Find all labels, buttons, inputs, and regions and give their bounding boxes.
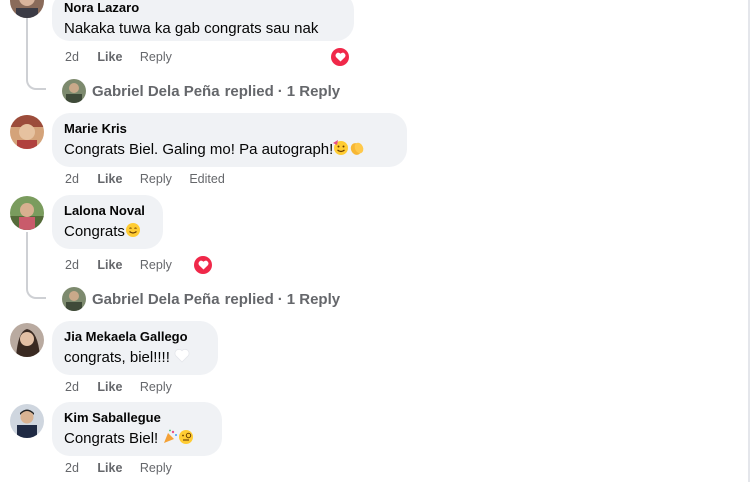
comment-text-content: Congrats — [64, 223, 125, 240]
view-replies-link[interactable]: Gabriel Dela Peña replied · 1 Reply — [62, 78, 340, 104]
monocle-face-icon — [179, 430, 194, 444]
reply-count: 1 Reply — [286, 82, 341, 100]
reply-button[interactable]: Reply — [140, 49, 172, 65]
replied-label: replied — [224, 82, 274, 100]
thread-line — [26, 232, 28, 287]
replier-name: Gabriel Dela Peña — [92, 290, 220, 308]
comment-author[interactable]: Nora Lazaro — [64, 0, 342, 16]
edited-label: Edited — [189, 172, 225, 186]
comment-time[interactable]: 2d — [65, 171, 79, 187]
comment-bubble[interactable]: Kim Saballegue Congrats Biel! — [52, 402, 222, 456]
smiling-face-icon — [125, 223, 140, 237]
thread-line — [26, 18, 28, 78]
comment-text-content: Congrats Biel! — [64, 430, 159, 447]
like-button[interactable]: Like — [97, 257, 122, 273]
comment-author[interactable]: Kim Saballegue — [64, 410, 210, 426]
comment-author[interactable]: Marie Kris — [64, 121, 395, 137]
replier-name: Gabriel Dela Peña — [92, 82, 220, 100]
party-popper-icon — [164, 429, 178, 443]
heart-reaction-icon[interactable] — [194, 256, 212, 274]
avatar[interactable] — [10, 0, 44, 18]
white-heart-icon — [174, 348, 190, 363]
comment-time[interactable]: 2d — [65, 49, 79, 65]
comment-text-content: Congrats Biel. Galing mo! Pa autograph! — [64, 141, 334, 158]
comment-author[interactable]: Jia Mekaela Gallego — [64, 329, 206, 345]
replier-avatar — [62, 79, 86, 103]
thread-curve — [26, 78, 46, 90]
comment-bubble[interactable]: Lalona Noval Congrats — [52, 195, 163, 249]
avatar[interactable] — [10, 196, 44, 230]
comment-time[interactable]: 2d — [65, 460, 79, 476]
replied-label: replied — [224, 290, 274, 308]
comment-time[interactable]: 2d — [65, 379, 79, 395]
comment-author[interactable]: Lalona Noval — [64, 203, 151, 219]
comment-text: congrats, biel!!!! — [64, 348, 206, 367]
heart-reaction-icon[interactable] — [331, 48, 349, 66]
replier-avatar — [62, 287, 86, 311]
comment-bubble[interactable]: Marie Kris Congrats Biel. Galing mo! Pa … — [52, 113, 407, 167]
comment-bubble[interactable]: Jia Mekaela Gallego congrats, biel!!!! — [52, 321, 218, 375]
clapping-hands-icon — [351, 142, 364, 155]
view-replies-link[interactable]: Gabriel Dela Peña replied · 1 Reply — [62, 286, 340, 312]
comment-actions: 2d Like Reply — [65, 257, 184, 273]
like-button[interactable]: Like — [97, 171, 122, 187]
like-button[interactable]: Like — [97, 379, 122, 395]
separator-dot: · — [277, 82, 283, 100]
comment-actions: 2d Like Reply Edited — [65, 171, 237, 187]
reply-button[interactable]: Reply — [140, 460, 172, 476]
avatar[interactable] — [10, 404, 44, 438]
party-face-icon — [333, 140, 349, 155]
comment-text: Congrats — [64, 222, 151, 241]
reply-button[interactable]: Reply — [140, 379, 172, 395]
comment-actions: 2d Like Reply — [65, 460, 184, 476]
comment-time[interactable]: 2d — [65, 257, 79, 273]
comment-text: Nakaka tuwa ka gab congrats sau nak — [64, 20, 319, 37]
separator-dot: · — [277, 290, 283, 308]
comment-text: Congrats Biel. Galing mo! Pa autograph! — [64, 140, 395, 159]
reply-count: 1 Reply — [286, 290, 341, 308]
reply-button[interactable]: Reply — [140, 257, 172, 273]
comment-bubble[interactable]: Nora Lazaro Nakaka tuwa ka gab congrats … — [52, 0, 354, 41]
comment-actions: 2d Like Reply — [65, 49, 184, 65]
like-button[interactable]: Like — [97, 49, 122, 65]
comment-actions: 2d Like Reply — [65, 379, 184, 395]
comment-text-content: congrats, biel!!!! — [64, 349, 170, 366]
thread-curve — [26, 287, 46, 299]
avatar[interactable] — [10, 323, 44, 357]
avatar[interactable] — [10, 115, 44, 149]
like-button[interactable]: Like — [97, 460, 122, 476]
comment-text: Congrats Biel! — [64, 429, 210, 448]
reply-button[interactable]: Reply — [140, 171, 172, 187]
